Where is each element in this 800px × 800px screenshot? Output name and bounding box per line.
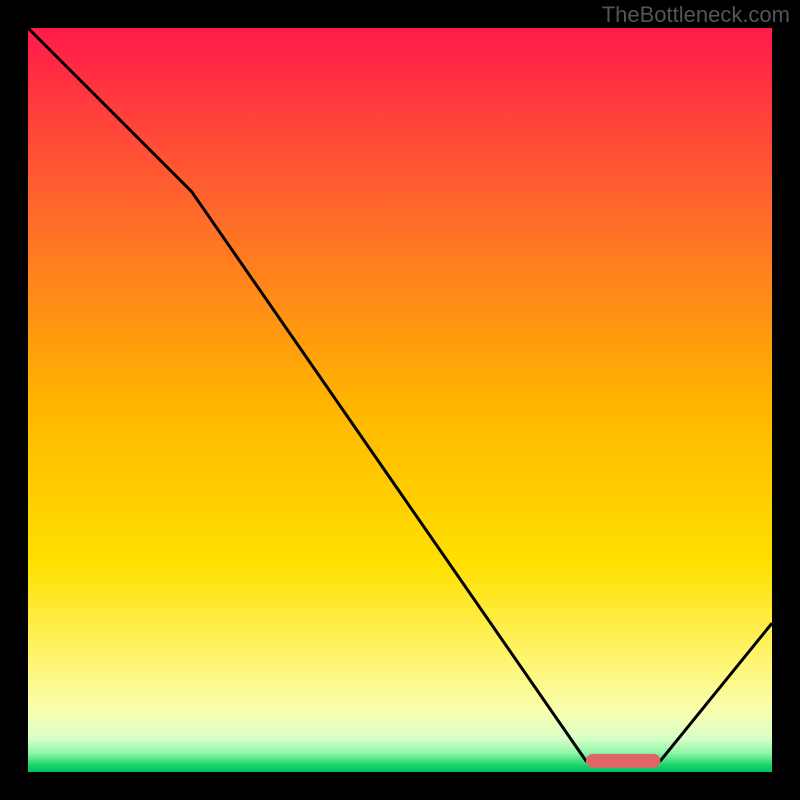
plot-area	[28, 28, 772, 772]
chart-frame: TheBottleneck.com	[0, 0, 800, 800]
optimal-marker	[586, 754, 660, 768]
chart-svg	[28, 28, 772, 772]
watermark-text: TheBottleneck.com	[602, 2, 790, 28]
